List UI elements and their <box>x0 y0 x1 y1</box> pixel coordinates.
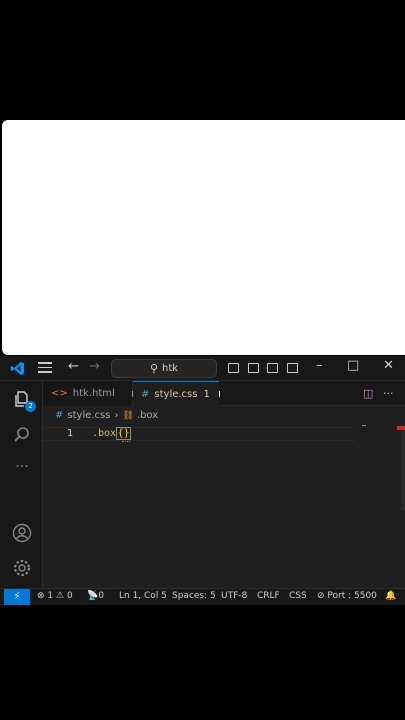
css-file-icon: # <box>55 410 64 421</box>
ports-status[interactable]: 📡0 <box>87 591 104 601</box>
notifications-bell-icon[interactable]: 🔔 <box>385 591 396 601</box>
line-number: 1 <box>67 428 74 439</box>
explorer-icon[interactable]: 2 <box>12 389 36 412</box>
account-icon[interactable] <box>12 523 32 543</box>
more-icon[interactable]: ··· <box>12 459 32 479</box>
maximize-icon[interactable]: □ <box>347 358 359 373</box>
vscode-window: ← → ⚲ htk – □ ✕ 2 ··· <> htk.html # styl… <box>0 356 405 605</box>
breadcrumb-symbol[interactable]: .box <box>137 410 158 421</box>
symbol-class-icon: ⛓ <box>122 410 134 421</box>
vscode-logo-icon <box>10 361 25 376</box>
minimap[interactable] <box>362 425 366 426</box>
menu-icon[interactable] <box>38 362 52 375</box>
code-line[interactable]: .box{} <box>92 427 132 440</box>
breadcrumb-file[interactable]: style.css <box>67 410 110 421</box>
css-file-icon: # <box>141 388 150 400</box>
tab-htk-html[interactable]: <> htk.html <box>43 381 133 406</box>
port-count: 0 <box>98 591 104 601</box>
tab-problem-count: 1 <box>203 388 210 400</box>
title-bar: ← → ⚲ htk – □ ✕ <box>0 356 405 381</box>
more-actions-icon[interactable]: ··· <box>383 387 394 400</box>
tab-style-css[interactable]: # style.css 1 <box>133 381 219 406</box>
remote-indicator-icon[interactable]: ⚡ <box>4 589 30 605</box>
status-bar: ⚡ ⊗ 1 ⚠ 0 📡0 Ln 1, Col 5 Spaces: 5 UTF-8… <box>0 588 405 605</box>
close-icon[interactable]: ✕ <box>383 358 394 373</box>
editor-tabs: <> htk.html # style.css 1 ◫ ··· <box>43 381 405 406</box>
search-icon: ⚲ <box>149 362 158 375</box>
browser-preview-area <box>2 120 405 355</box>
toggle-secondary-sidebar-icon[interactable] <box>267 363 278 373</box>
breadcrumb: # style.css › ⛓ .box <box>55 410 158 421</box>
end-of-line[interactable]: CRLF <box>257 591 280 601</box>
problems-status[interactable]: ⊗ 1 ⚠ 0 <box>37 591 73 601</box>
activity-bar: 2 ··· <box>0 381 43 588</box>
error-squiggle <box>122 440 130 442</box>
toggle-panel-icon[interactable] <box>248 363 259 373</box>
css-braces: {} <box>116 427 132 440</box>
explorer-badge: 2 <box>25 401 36 412</box>
live-server-port[interactable]: ⊘ Port : 5500 <box>317 591 377 601</box>
toggle-sidebar-icon[interactable] <box>228 363 239 373</box>
search-text: htk <box>162 363 179 374</box>
chevron-right-icon: › <box>114 410 119 421</box>
search-sidebar-icon[interactable] <box>12 425 32 445</box>
back-arrow-icon[interactable]: ← <box>68 359 79 374</box>
cursor-position[interactable]: Ln 1, Col 5 <box>119 591 167 601</box>
indentation[interactable]: Spaces: 5 <box>172 591 216 601</box>
current-line-highlight <box>43 427 355 441</box>
split-editor-icon[interactable]: ◫ <box>363 387 373 400</box>
tab-label: style.css <box>154 388 198 400</box>
language-mode[interactable]: CSS <box>289 591 307 601</box>
port-label: Port : 5500 <box>327 591 377 601</box>
css-selector: .box <box>92 428 117 439</box>
warning-count: 0 <box>66 591 73 601</box>
tab-label: htk.html <box>72 388 115 399</box>
error-count: 1 <box>47 591 54 601</box>
settings-gear-icon[interactable] <box>12 558 32 578</box>
forward-arrow-icon[interactable]: → <box>89 359 100 374</box>
command-center-search[interactable]: ⚲ htk <box>111 359 217 378</box>
customize-layout-icon[interactable] <box>287 363 298 373</box>
html-file-icon: <> <box>51 388 68 399</box>
minimize-icon[interactable]: – <box>316 358 323 373</box>
scrollbar[interactable] <box>401 430 405 510</box>
encoding[interactable]: UTF-8 <box>221 591 247 601</box>
